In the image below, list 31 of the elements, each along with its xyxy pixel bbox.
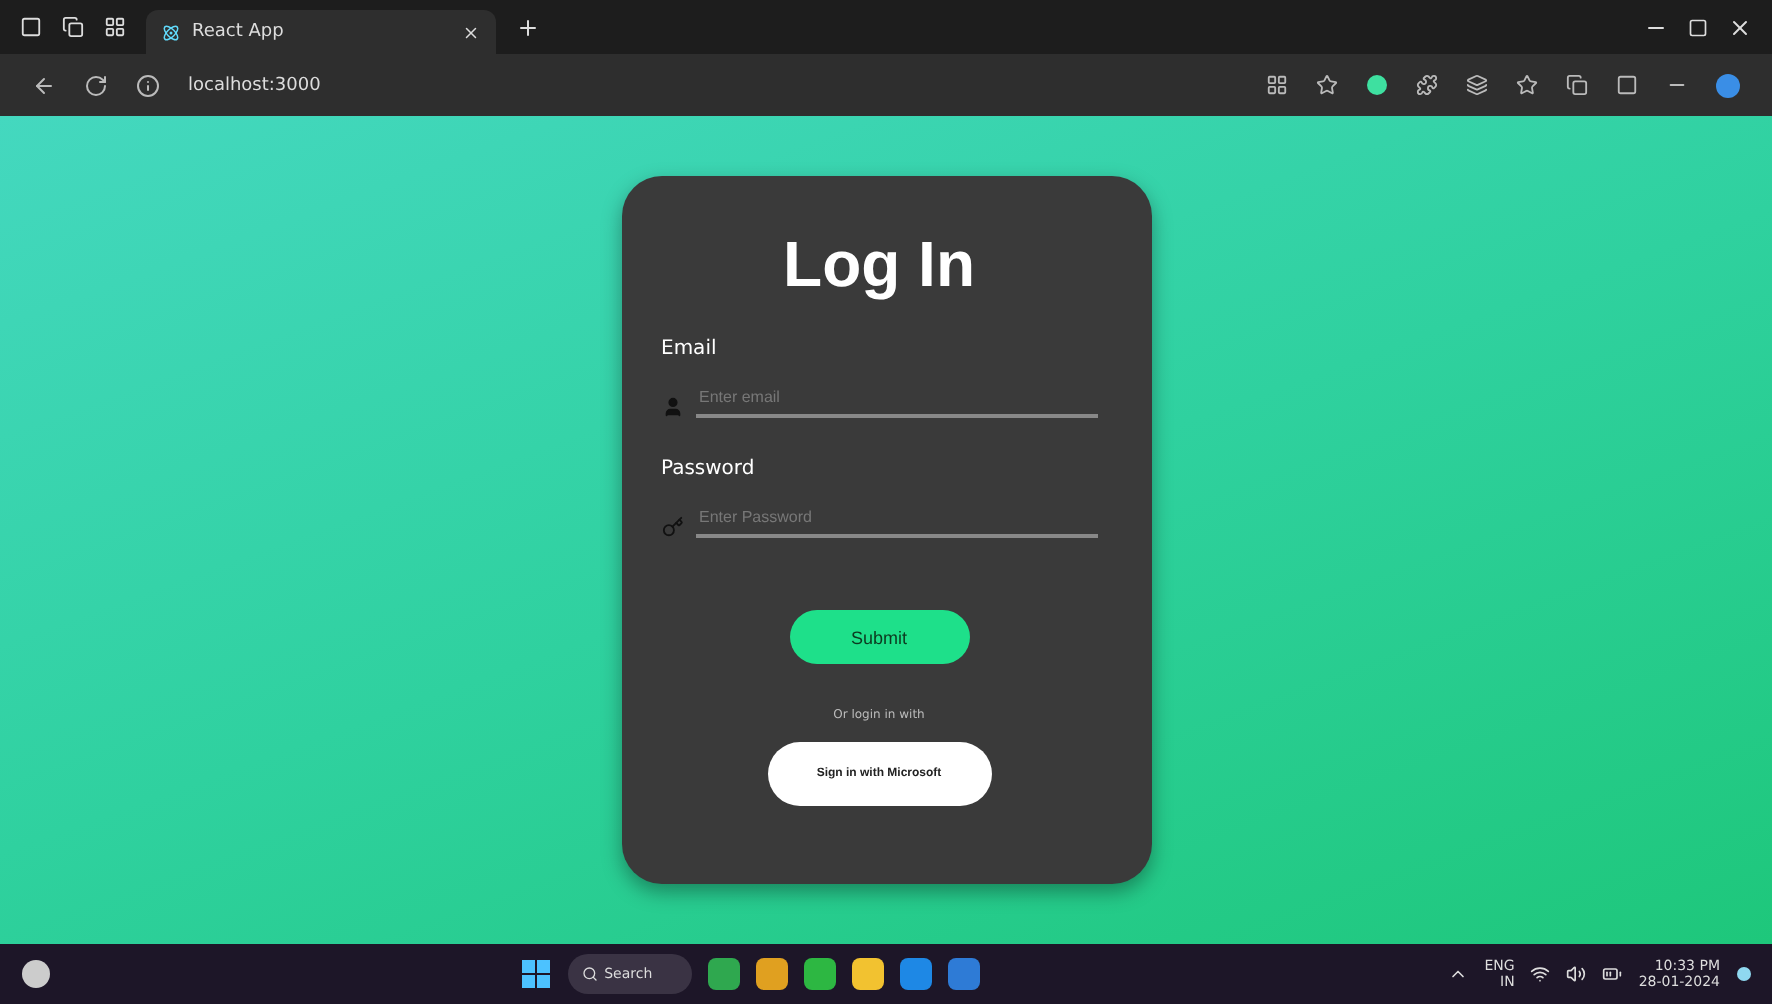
favorites-icon[interactable] [1516,74,1538,96]
wifi-icon[interactable] [1530,964,1551,984]
react-icon [162,23,180,41]
info-icon[interactable] [136,73,160,97]
browser-tab[interactable]: React App [146,10,496,54]
back-icon[interactable] [32,73,56,97]
address-text[interactable]: localhost:3000 [188,75,321,95]
field-label: Email [661,338,719,360]
maximize-icon[interactable] [1688,17,1708,37]
extension-dot-icon[interactable] [1366,74,1388,96]
apps-icon[interactable] [1266,74,1288,96]
tab-actions-icon[interactable] [62,16,84,38]
volume-icon[interactable] [1566,964,1587,984]
field-label: Password [661,458,757,480]
input-field[interactable]: Enter email [695,384,1097,418]
new-tab-icon[interactable] [516,15,540,39]
start-icon[interactable] [520,958,553,990]
login-title: Log In [783,228,975,302]
collections-icon[interactable] [1566,74,1588,96]
close-icon[interactable] [1728,15,1752,39]
battery-icon[interactable] [1602,964,1623,984]
vertical-tabs-icon[interactable] [104,16,126,38]
key-icon [661,516,683,538]
favorite-icon[interactable] [1316,74,1338,96]
input-field[interactable]: Enter Password [695,504,1097,538]
refresh-icon[interactable] [84,73,108,97]
extensions-icon[interactable] [1416,74,1438,96]
submit-button[interactable]: Submit [789,610,969,664]
search-icon [582,966,599,982]
close-icon[interactable] [462,23,480,41]
user-icon [661,396,683,418]
